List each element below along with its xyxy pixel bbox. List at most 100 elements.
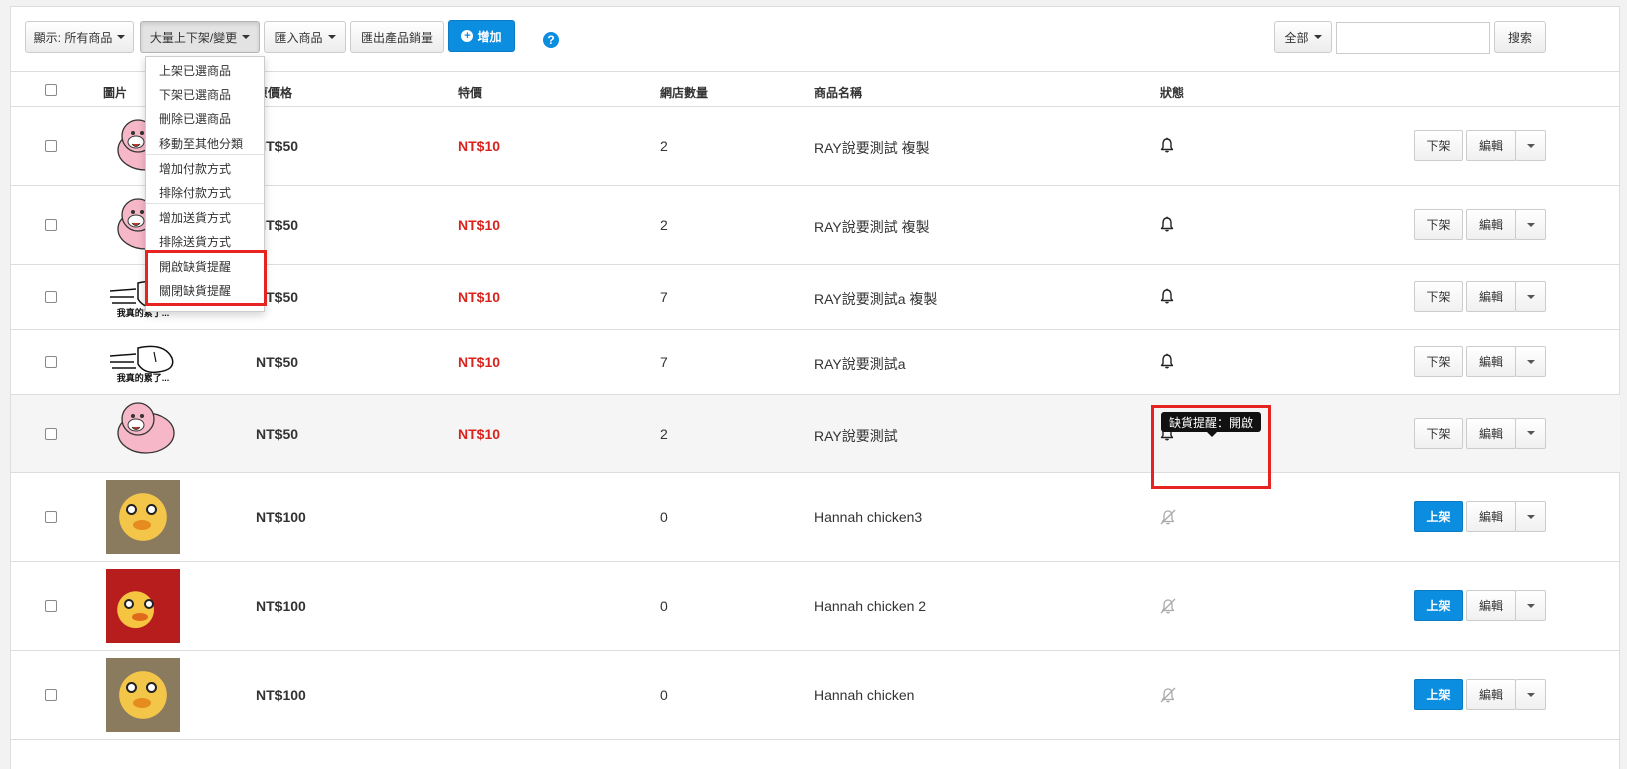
unlist-button[interactable]: 下架 (1414, 417, 1463, 449)
more-actions-button[interactable] (1515, 281, 1546, 312)
divider (11, 394, 1620, 395)
edit-button[interactable]: 編輯 (1466, 130, 1516, 161)
original-price: NT$100 (256, 598, 306, 614)
unlist-button[interactable]: 下架 (1414, 209, 1463, 240)
menu-item-move-category[interactable]: 移動至其他分類 (159, 135, 243, 152)
search-input[interactable] (1336, 22, 1490, 54)
menu-item-unlist-selected[interactable]: 下架已選商品 (159, 86, 231, 103)
column-header-image: 圖片 (103, 86, 128, 100)
import-dropdown[interactable]: 匯入商品 (264, 21, 346, 53)
row-checkbox[interactable] (45, 356, 57, 368)
bulk-actions-dropdown[interactable]: 大量上下架/變更 (140, 21, 260, 53)
product-image (106, 480, 180, 554)
bulk-label: 大量上下架/變更 (149, 30, 238, 45)
menu-item-delete-selected[interactable]: 刪除已選商品 (159, 110, 231, 127)
highlight-box (145, 250, 267, 306)
chevron-down-icon (242, 35, 251, 39)
bell-icon[interactable] (1159, 353, 1175, 370)
more-actions-button[interactable] (1515, 590, 1546, 621)
special-price: NT$10 (458, 138, 501, 154)
stock-quantity: 0 (660, 687, 668, 703)
chevron-down-icon (1526, 359, 1535, 364)
menu-item-list-selected[interactable]: 上架已選商品 (159, 62, 231, 79)
unlist-button[interactable]: 下架 (1414, 130, 1463, 161)
edit-button[interactable]: 編輯 (1466, 209, 1516, 240)
product-name: Hannah chicken3 (814, 509, 923, 525)
chevron-down-icon (1526, 294, 1535, 299)
chevron-down-icon (1526, 222, 1535, 227)
column-header-name: 商品名稱 (814, 86, 863, 100)
row-checkbox[interactable] (45, 600, 57, 612)
edit-button[interactable]: 編輯 (1466, 417, 1516, 449)
edit-button[interactable]: 編輯 (1466, 679, 1516, 710)
more-actions-button[interactable] (1515, 346, 1546, 377)
export-sales-button[interactable]: 匯出產品銷量 (350, 21, 444, 53)
stock-quantity: 2 (660, 425, 668, 442)
list-button[interactable]: 上架 (1414, 501, 1463, 532)
select-all-checkbox[interactable] (45, 84, 57, 96)
stock-quantity: 2 (660, 217, 668, 233)
scope-label: 全部 (1284, 30, 1309, 45)
menu-item-remove-shipping[interactable]: 排除送貨方式 (159, 233, 231, 250)
add-label: 增加 (477, 29, 502, 44)
chevron-down-icon (1526, 603, 1535, 608)
filter-label: 顯示: 所有商品 (33, 30, 113, 45)
divider (11, 472, 1620, 473)
row-checkbox[interactable] (45, 291, 57, 303)
row-checkbox[interactable] (45, 689, 57, 701)
list-button[interactable]: 上架 (1414, 590, 1463, 621)
chevron-down-icon (1526, 143, 1535, 148)
menu-item-add-payment[interactable]: 增加付款方式 (159, 160, 231, 177)
unlist-button[interactable]: 下架 (1414, 281, 1463, 312)
row-checkbox[interactable] (45, 427, 57, 440)
search-button[interactable]: 搜索 (1494, 21, 1546, 53)
stock-quantity: 7 (660, 289, 668, 305)
bell-off-icon[interactable] (1159, 597, 1176, 614)
product-image (106, 569, 180, 643)
product-name: Hannah chicken 2 (814, 598, 927, 614)
bell-off-icon[interactable] (1159, 508, 1176, 525)
chevron-down-icon (1526, 692, 1535, 697)
more-actions-button[interactable] (1515, 417, 1546, 449)
unlist-button[interactable]: 下架 (1414, 346, 1463, 377)
more-actions-button[interactable] (1515, 130, 1546, 161)
original-price: NT$100 (256, 509, 306, 525)
more-actions-button[interactable] (1515, 501, 1546, 532)
divider (11, 561, 1620, 562)
import-label: 匯入商品 (274, 30, 323, 45)
scope-dropdown[interactable]: 全部 (1274, 21, 1332, 53)
bell-icon[interactable] (1159, 216, 1175, 233)
meme-caption: 我真的累了... (116, 373, 170, 383)
chevron-down-icon (1526, 431, 1535, 435)
help-icon[interactable]: ? (543, 32, 559, 48)
menu-divider (146, 203, 264, 204)
column-header-status: 狀態 (1160, 86, 1185, 100)
product-image: 我真的累了... (106, 338, 180, 386)
special-price: NT$10 (458, 425, 501, 442)
product-name: RAY說要測試a 複製 (814, 291, 938, 307)
more-actions-button[interactable] (1515, 209, 1546, 240)
edit-button[interactable]: 編輯 (1466, 281, 1516, 312)
product-name: RAY說要測試a (814, 356, 906, 372)
edit-button[interactable]: 編輯 (1466, 346, 1516, 377)
special-price: NT$10 (458, 354, 501, 370)
product-name: RAY說要測試 (814, 427, 898, 444)
add-product-button[interactable]: + 增加 (448, 20, 515, 52)
row-checkbox[interactable] (45, 219, 57, 231)
menu-item-add-shipping[interactable]: 增加送貨方式 (159, 209, 231, 226)
more-actions-button[interactable] (1515, 679, 1546, 710)
edit-button[interactable]: 編輯 (1466, 590, 1516, 621)
row-checkbox[interactable] (45, 140, 57, 152)
edit-button[interactable]: 編輯 (1466, 501, 1516, 532)
list-button[interactable]: 上架 (1414, 679, 1463, 710)
bell-off-icon[interactable] (1159, 686, 1176, 703)
search-label: 搜索 (1507, 30, 1532, 45)
row-checkbox[interactable] (45, 511, 57, 523)
bell-icon[interactable] (1159, 137, 1175, 154)
column-header-special: 特價 (458, 86, 483, 100)
filter-dropdown[interactable]: 顯示: 所有商品 (25, 21, 134, 53)
bell-icon[interactable] (1159, 288, 1175, 305)
stock-quantity: 0 (660, 509, 668, 525)
menu-item-remove-payment[interactable]: 排除付款方式 (159, 184, 231, 201)
divider (11, 739, 1620, 740)
